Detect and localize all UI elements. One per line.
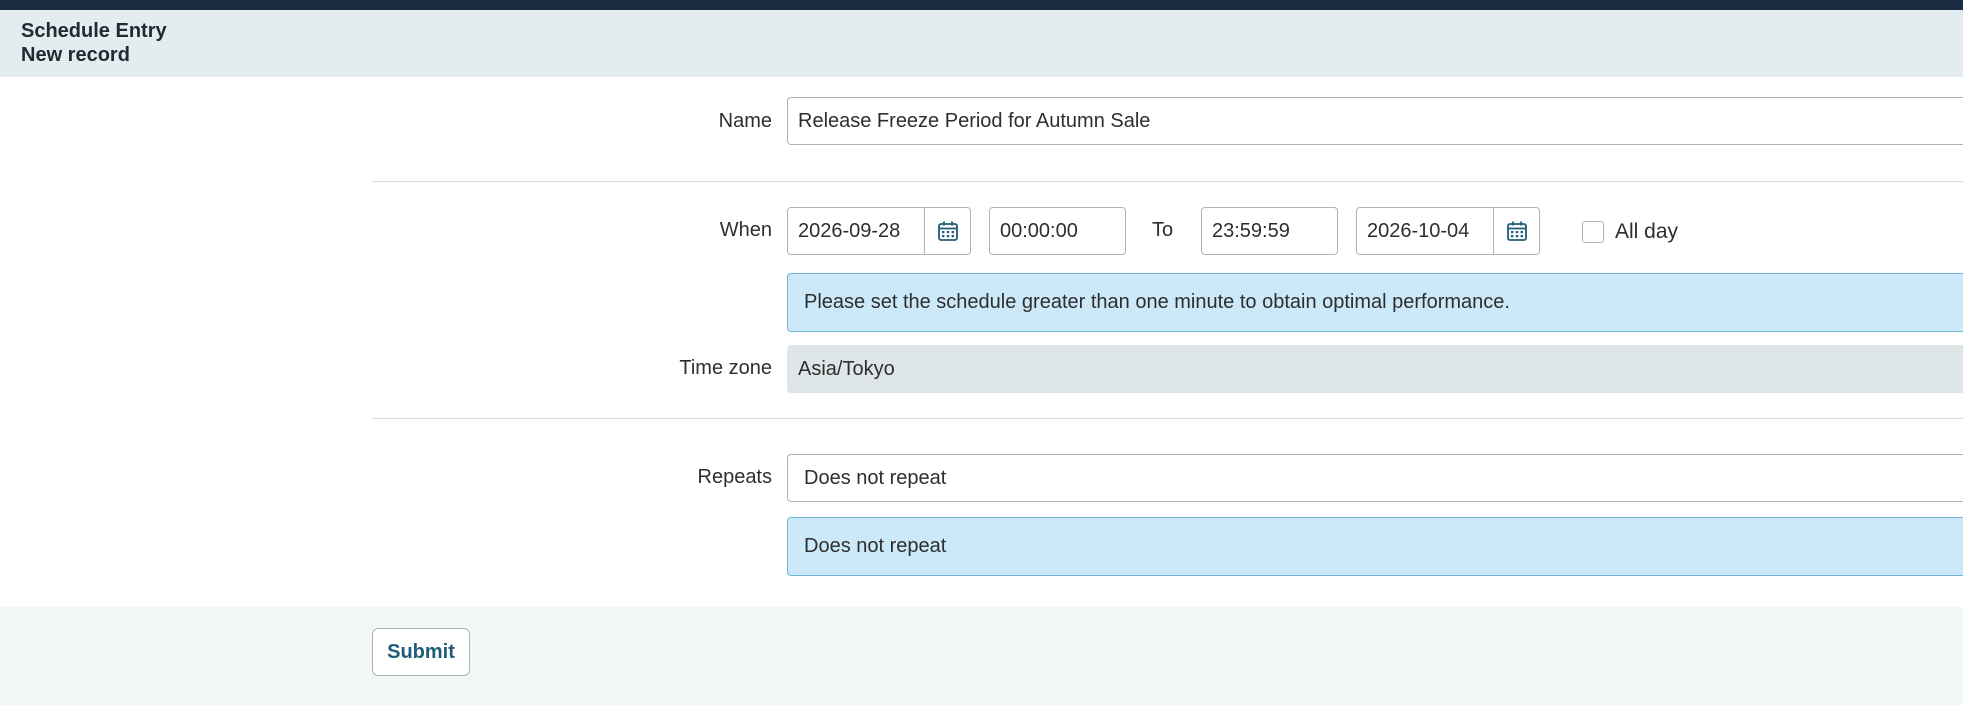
divider: [372, 418, 1963, 419]
all-day-label[interactable]: All day: [1615, 220, 1678, 244]
to-label: To: [1152, 219, 1174, 241]
name-label: Name: [718, 110, 772, 132]
end-date-input[interactable]: 2026-10-04: [1357, 208, 1494, 254]
start-time-input[interactable]: 00:00:00: [989, 207, 1126, 255]
name-input[interactable]: Release Freeze Period for Autumn Sale: [787, 97, 1963, 145]
submit-button[interactable]: Submit: [372, 628, 470, 676]
page-subtitle: New record: [21, 44, 130, 66]
page-header: Schedule Entry New record: [0, 10, 1963, 77]
calendar-icon[interactable]: [1494, 208, 1539, 254]
timezone-label: Time zone: [679, 357, 772, 379]
top-bar: [0, 0, 1963, 10]
divider: [372, 181, 1963, 182]
repeats-summary: Does not repeat: [787, 517, 1963, 576]
end-time-input[interactable]: 23:59:59: [1201, 207, 1338, 255]
info-message: Please set the schedule greater than one…: [787, 273, 1963, 332]
repeats-select[interactable]: Does not repeat: [787, 454, 1963, 502]
timezone-field: Asia/Tokyo: [787, 345, 1963, 393]
form-footer: [0, 607, 1963, 705]
start-date-picker: 2026-09-28: [787, 207, 971, 255]
repeats-label: Repeats: [697, 466, 773, 488]
start-date-input[interactable]: 2026-09-28: [788, 208, 925, 254]
all-day-checkbox[interactable]: [1582, 221, 1604, 243]
end-date-picker: 2026-10-04: [1356, 207, 1540, 255]
calendar-icon[interactable]: [925, 208, 970, 254]
page-title: Schedule Entry: [21, 20, 167, 42]
when-label: When: [719, 219, 772, 241]
